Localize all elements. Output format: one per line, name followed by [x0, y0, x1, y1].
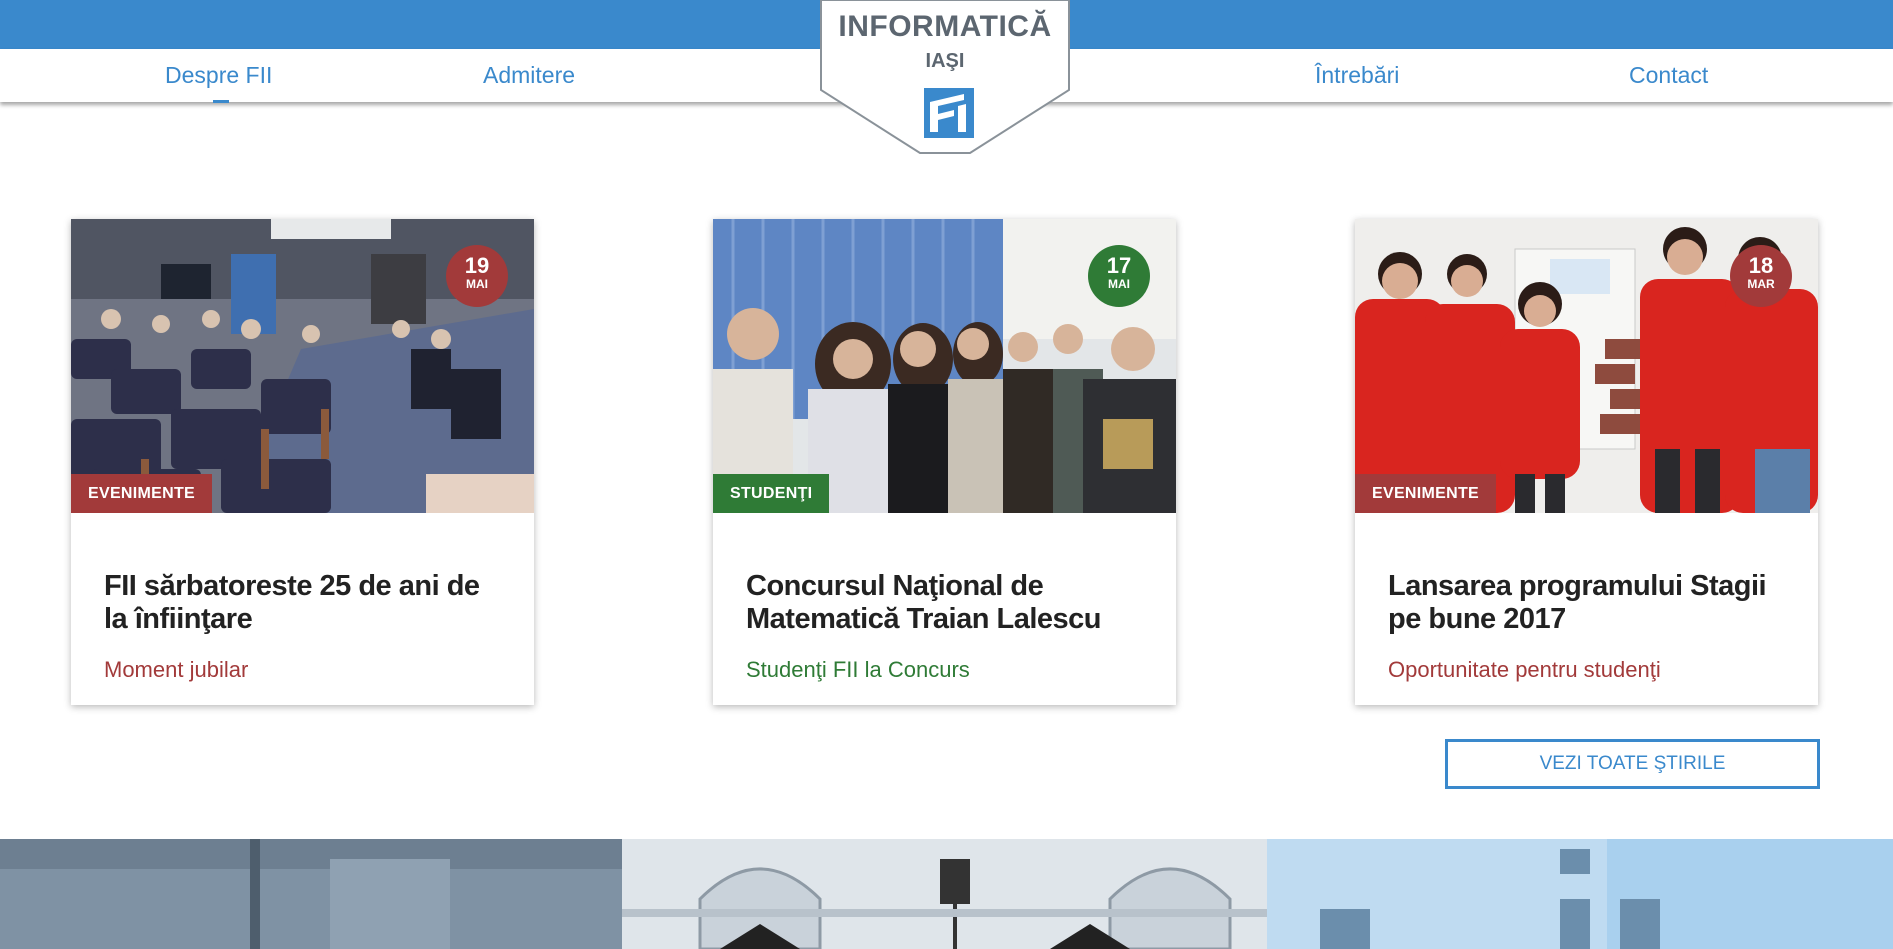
nav-admitere[interactable]: Admitere [483, 62, 575, 89]
nav-intrebari[interactable]: Întrebări [1315, 62, 1399, 89]
news-card-3[interactable]: 18 MAR EVENIMENTE Lansarea programului S… [1355, 219, 1818, 705]
news-subtitle: Moment jubilar [104, 657, 249, 682]
nav-active-indicator [213, 100, 229, 103]
page: Despre FII Admitere Întrebări Contact IN… [0, 0, 1893, 949]
date-badge: 17 MAI [1088, 245, 1150, 307]
date-day: 17 [1106, 253, 1132, 278]
fii-logo-icon [924, 88, 974, 138]
date-month: MAI [466, 277, 488, 291]
date-month: MAI [1108, 277, 1130, 291]
date-badge: 19 MAI [446, 245, 508, 307]
news-card-1[interactable]: 19 MAI EVENIMENTE FII sărbatoreste 25 de… [71, 219, 534, 705]
category-tag[interactable]: EVENIMENTE [1355, 474, 1497, 513]
logo-title: INFORMATICĂ [838, 10, 1052, 43]
nav-contact[interactable]: Contact [1629, 62, 1708, 89]
all-news-button[interactable]: VEZI TOATE ŞTIRILE [1445, 739, 1820, 789]
date-month: MAR [1747, 277, 1775, 291]
news-card-2[interactable]: 17 MAI STUDENŢI Concursul Naţional de Ma… [713, 219, 1176, 705]
category-tag[interactable]: STUDENŢI [713, 474, 830, 513]
campus-banner [0, 839, 1893, 949]
date-day: 18 [1748, 253, 1774, 278]
news-subtitle: Oportunitate pentru studenţi [1388, 657, 1661, 682]
news-title[interactable]: Lansarea programului Stagii pe bune 2017 [1388, 570, 1788, 636]
category-tag[interactable]: EVENIMENTE [71, 474, 213, 513]
date-day: 19 [464, 253, 490, 278]
news-title[interactable]: Concursul Naţional de Matematică Traian … [746, 570, 1146, 636]
news-subtitle: Studenţi FII la Concurs [746, 657, 970, 682]
logo-subtitle: IAŞI [925, 50, 965, 72]
nav-despre-fii[interactable]: Despre FII [165, 62, 272, 89]
date-badge: 18 MAR [1730, 245, 1792, 307]
news-title[interactable]: FII sărbatoreste 25 de ani de la înfiinţ… [104, 570, 504, 636]
